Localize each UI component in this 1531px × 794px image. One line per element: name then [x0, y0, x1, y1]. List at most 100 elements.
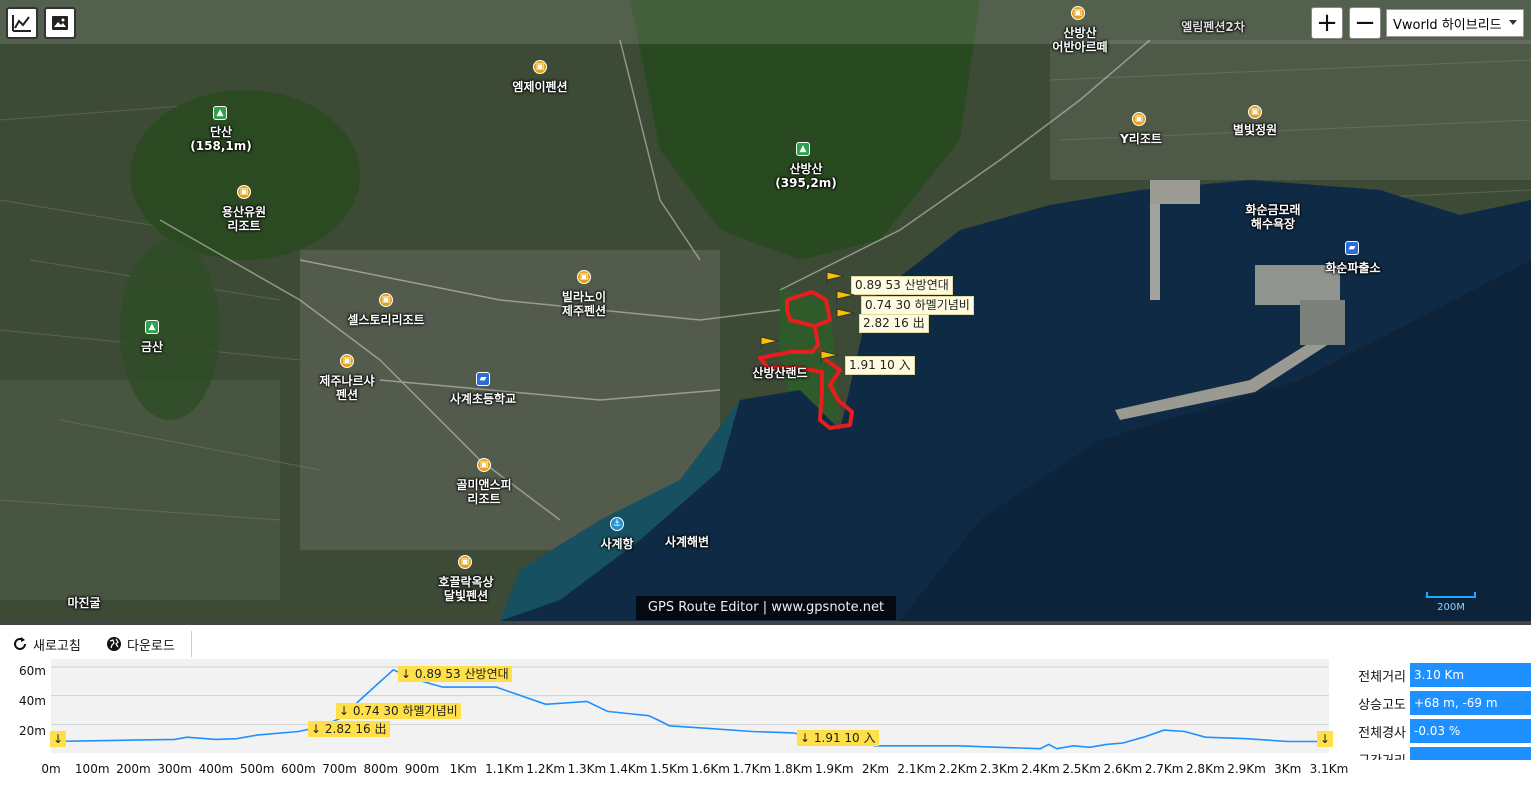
refresh-button[interactable]: 새로고침	[12, 633, 81, 655]
x-tick-label: 500m	[239, 762, 275, 776]
waypoint-flag-icon[interactable]	[760, 336, 780, 350]
mountain-icon: ▲	[213, 106, 227, 120]
hotel-icon: ▣	[577, 270, 591, 284]
place-hwasun-beach[interactable]: 화순금모래 해수욕장	[1245, 203, 1300, 231]
place-gomi[interactable]: 골미앤스피 리조트	[456, 478, 511, 506]
profile-marker-wp3[interactable]: ↓ 2.82 16 出	[308, 721, 390, 737]
zoom-in-button[interactable]: +	[1311, 7, 1343, 39]
profile-marker-wp2[interactable]: ↓ 0.74 30 하멜기념비	[336, 703, 461, 719]
map-layer-select[interactable]: Vworld 하이브리드	[1386, 9, 1524, 37]
line-chart-icon	[12, 15, 31, 32]
place-sagye-beach[interactable]: 사계해변	[665, 535, 709, 549]
x-tick-label: 0m	[41, 762, 61, 776]
elevation-profile[interactable]: 60m 40m 20m 0m 100m 200m 300m 400m 500m 600m 70…	[0, 659, 1531, 794]
x-tick-label: 2.2Km	[938, 762, 978, 776]
waypoint-label-wp1[interactable]: 0.89 53 산방연대	[851, 276, 953, 295]
waypoint-flag-icon[interactable]	[836, 290, 856, 304]
download-button[interactable]: 다운로드	[106, 633, 175, 655]
stat-label: 구간거리	[1340, 750, 1406, 760]
top-toolbar-strip	[0, 0, 1531, 44]
place-sanbangsan[interactable]: 산방산 (395,2m)	[775, 162, 836, 190]
photo-toggle-button[interactable]	[44, 7, 76, 39]
x-tick-label: 2.6Km	[1103, 762, 1143, 776]
refresh-icon	[14, 637, 26, 650]
hotel-icon: ▣	[340, 354, 354, 368]
stat-value	[1410, 747, 1531, 760]
stat-elevation-gain: 상승고도 +68 m, -69 m	[1340, 690, 1531, 718]
x-tick-label: 2.4Km	[1021, 762, 1060, 776]
x-tick-label: 1.7Km	[732, 762, 772, 776]
place-ellim[interactable]: 엘림펜션2차	[1181, 20, 1245, 34]
elevation-chart-toggle-button[interactable]	[6, 7, 38, 39]
place-dansan[interactable]: 단산 (158,1m)	[190, 125, 251, 153]
stat-label: 전체경사	[1358, 726, 1406, 741]
place-sanbang-top[interactable]: 산방산 어반아르떼	[1052, 26, 1107, 54]
map-view[interactable]: + − Vworld 하이브리드 ▲ 단산 (158,1m) ▲ 산방산 (39…	[0, 0, 1531, 621]
profile-marker-wp4[interactable]: ↓ 1.91 10 入	[797, 730, 879, 746]
x-tick-label: 3Km	[1274, 762, 1302, 776]
hotel-icon: ▣	[458, 555, 472, 569]
y-tick-40: 40m	[19, 694, 46, 708]
waypoint-flag-icon[interactable]	[836, 308, 856, 322]
stat-total-slope: 전체경사 -0.03 %	[1340, 718, 1531, 746]
y-tick-20: 20m	[19, 724, 46, 738]
waypoint-flag-icon[interactable]	[826, 271, 846, 285]
waypoint-label-wp2[interactable]: 0.74 30 하멜기념비	[861, 296, 974, 315]
waypoint-flag-icon[interactable]	[820, 350, 840, 364]
x-tick-label: 800m	[363, 762, 399, 776]
hotel-icon: ▣	[379, 293, 393, 307]
place-villa[interactable]: 빌라노이 제주펜션	[562, 290, 606, 318]
x-tick-label: 1.6Km	[691, 762, 730, 776]
map-credit: GPS Route Editor | www.gpsnote.net	[636, 596, 896, 620]
school-icon: ▰	[476, 372, 490, 386]
satellite-background	[0, 0, 1531, 621]
mountain-icon: ▲	[145, 320, 159, 334]
x-tick-label: 2.1Km	[897, 762, 937, 776]
x-tick-label: 1.8Km	[773, 762, 813, 776]
chevron-down-icon	[1509, 20, 1517, 25]
refresh-label: 새로고침	[33, 638, 81, 654]
gps-route-editor: + − Vworld 하이브리드 ▲ 단산 (158,1m) ▲ 산방산 (39…	[0, 0, 1531, 794]
place-yongsan[interactable]: 용산유원 리조트	[222, 205, 266, 233]
place-jeju-nara[interactable]: 제주나르샤 펜션	[319, 374, 374, 402]
waypoint-label-wp4[interactable]: 1.91 10 入	[845, 356, 915, 375]
place-y-resort[interactable]: Y리조트	[1120, 132, 1162, 146]
stat-total-distance: 전체거리 3.10 Km	[1340, 662, 1531, 690]
x-tick-label: 1.2Km	[526, 762, 566, 776]
hotel-icon: ▣	[533, 60, 547, 74]
police-icon: ▰	[1345, 241, 1359, 255]
place-hogeul[interactable]: 호끌락옥상 달빛펜션	[438, 575, 493, 603]
place-school[interactable]: 사계초등학교	[450, 392, 516, 406]
profile-marker-start[interactable]: ↓	[50, 731, 67, 747]
profile-marker-wp1[interactable]: ↓ 0.89 53 산방연대	[398, 666, 512, 682]
zoom-out-button[interactable]: −	[1349, 7, 1381, 39]
image-icon	[52, 16, 68, 30]
x-tick-label: 1.4Km	[608, 762, 648, 776]
x-tick-label: 2.5Km	[1062, 762, 1101, 776]
route-stats: 전체거리 3.10 Km 상승고도 +68 m, -69 m 전체경사 -0.0…	[1340, 662, 1531, 760]
x-tick-label: 700m	[322, 762, 357, 776]
place-byeolbit[interactable]: 별빛정원	[1233, 123, 1277, 137]
stat-section-distance: 구간거리	[1340, 746, 1531, 760]
scale-bar	[1426, 592, 1476, 598]
profile-marker-end[interactable]: ↓	[1317, 731, 1334, 747]
globe-icon	[107, 637, 121, 651]
place-shell[interactable]: 셀스토리리조트	[347, 313, 424, 327]
place-emje[interactable]: 엠제이펜션	[512, 80, 567, 94]
x-tick-label: 600m	[281, 762, 316, 776]
waypoint-label-wp3[interactable]: 2.82 16 出	[859, 314, 929, 333]
map-scale: 200M	[1424, 590, 1478, 614]
hotel-icon: ▣	[1071, 6, 1085, 20]
x-tick-label: 1.5Km	[650, 762, 689, 776]
mountain-icon: ▲	[796, 142, 810, 156]
place-sagye-port[interactable]: 사계항	[600, 537, 633, 551]
place-hwasun-police[interactable]: 화순파출소	[1325, 261, 1380, 275]
place-majin[interactable]: 마진굴	[67, 596, 100, 610]
x-tick-label: 900m	[404, 762, 440, 776]
stat-value: -0.03 %	[1410, 719, 1531, 743]
place-sanbang-land[interactable]: 산방산랜드	[752, 366, 807, 380]
x-tick-label: 1.9Km	[814, 762, 854, 776]
place-geumsan[interactable]: 금산	[141, 340, 163, 354]
y-tick-60: 60m	[19, 664, 46, 678]
stat-value: +68 m, -69 m	[1410, 691, 1531, 715]
